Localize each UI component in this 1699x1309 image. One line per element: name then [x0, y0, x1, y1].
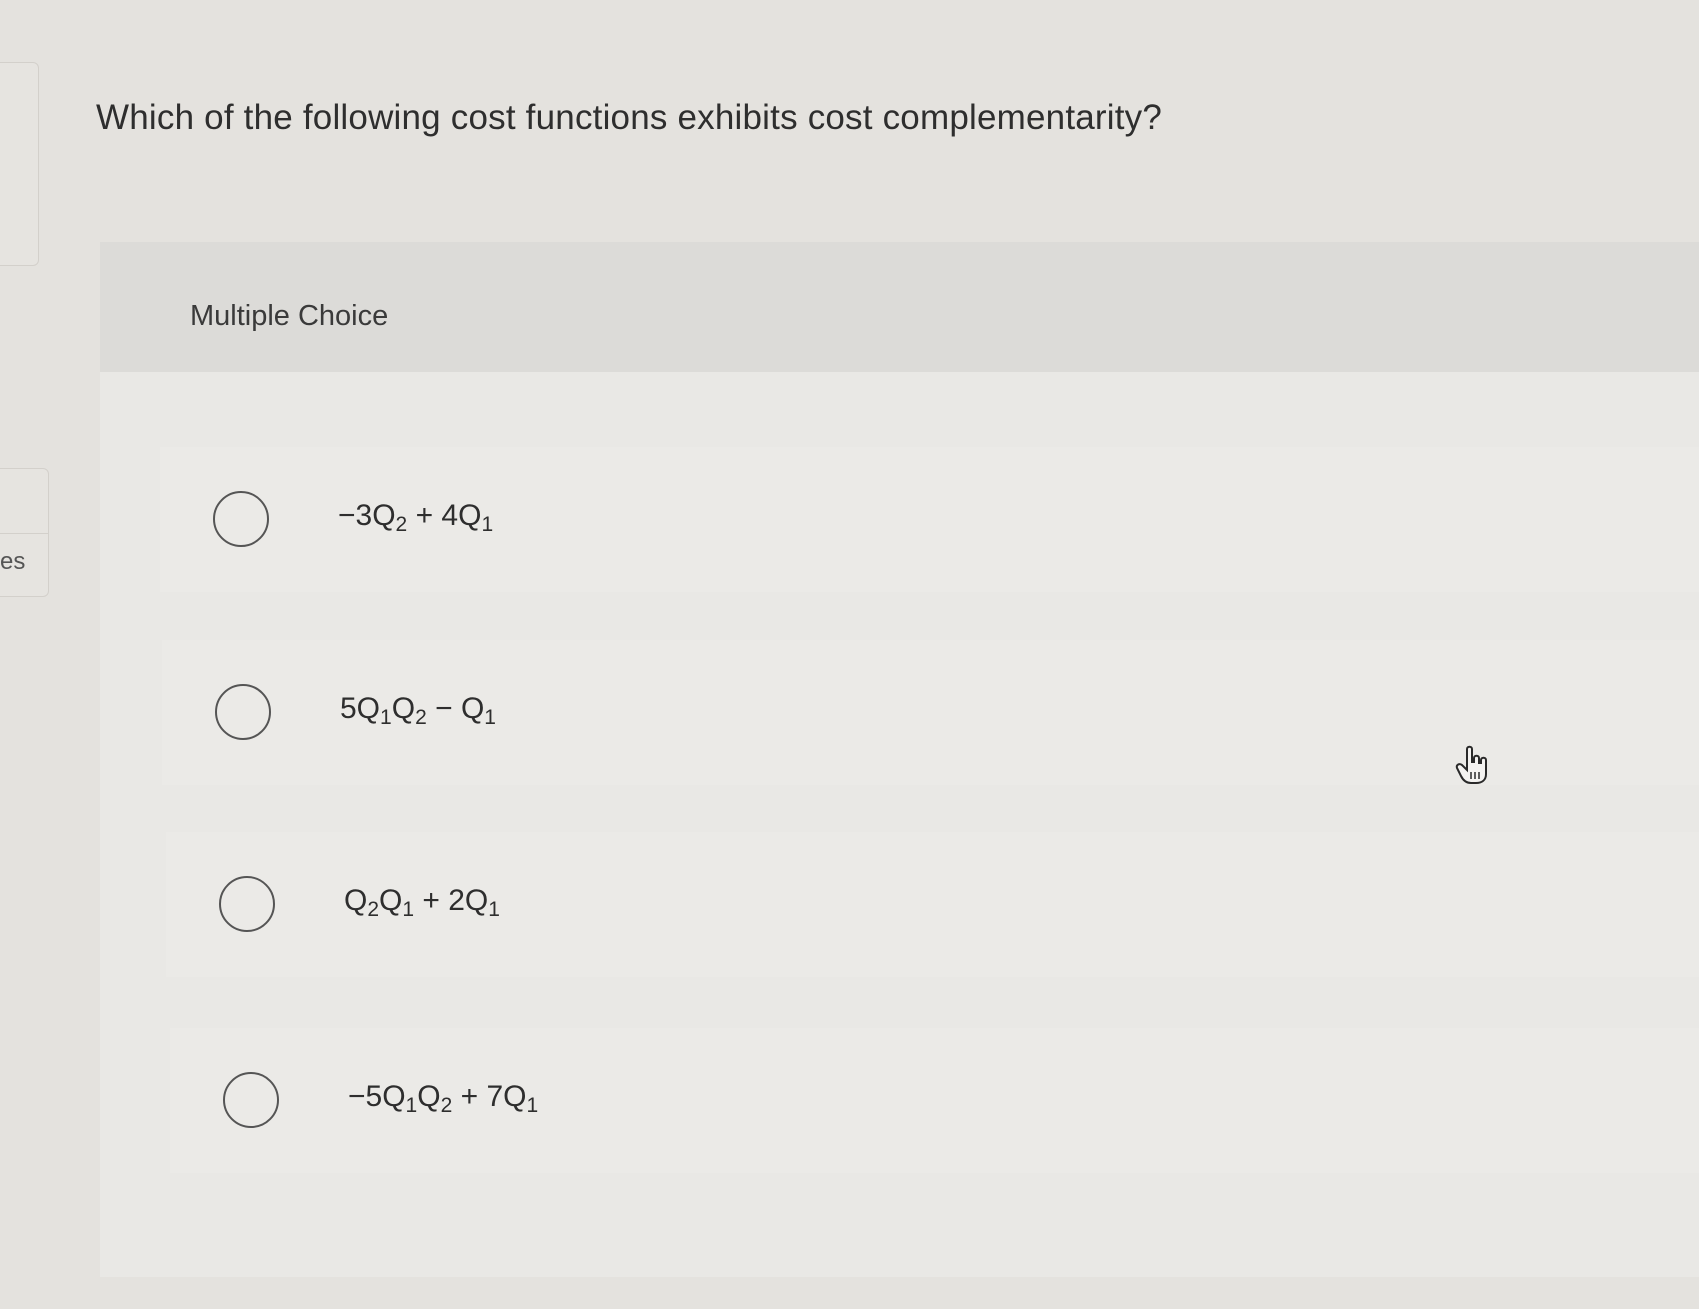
radio-button[interactable] [213, 491, 269, 547]
subscript: 2 [415, 706, 427, 729]
term-text: −3Q [338, 499, 396, 532]
subscript: 1 [526, 1094, 539, 1117]
radio-button[interactable] [215, 684, 271, 740]
term-text: Q [344, 884, 368, 917]
subscript: 2 [367, 898, 380, 921]
choice-header: Multiple Choice [100, 242, 1699, 372]
sidebar-tab-top[interactable] [0, 62, 39, 266]
subscript: 1 [484, 706, 496, 729]
choice-option-text[interactable]: −3Q2 + 4Q1 [338, 499, 494, 536]
choice-option-4[interactable]: −5Q1Q2 + 7Q1 [170, 1028, 1699, 1173]
radio-button[interactable] [223, 1072, 279, 1128]
subscript: 2 [395, 513, 408, 536]
choice-header-label: Multiple Choice [190, 300, 389, 332]
sidebar-tab-bottom[interactable] [0, 468, 49, 597]
term-text: − Q [426, 692, 485, 725]
term-text: −5Q [348, 1080, 406, 1113]
subscript: 1 [380, 706, 392, 729]
subscript: 1 [481, 513, 494, 536]
choice-option-text[interactable]: −5Q1Q2 + 7Q1 [348, 1080, 539, 1117]
term-text: + 7Q [452, 1080, 527, 1113]
term-text: + 4Q [407, 499, 482, 532]
hand-pointer-icon [1455, 745, 1487, 784]
choice-option-text[interactable]: Q2Q1 + 2Q1 [344, 884, 500, 921]
question-text: Which of the following cost functions ex… [96, 98, 1163, 137]
term-text: Q [391, 692, 416, 725]
choice-option-1[interactable]: −3Q2 + 4Q1 [160, 447, 1699, 592]
subscript: 1 [405, 1094, 418, 1117]
term-text: 5Q [340, 692, 381, 725]
radio-button[interactable] [219, 876, 275, 932]
term-text: Q [379, 884, 403, 917]
term-text: Q [417, 1080, 441, 1113]
subscript: 1 [402, 898, 415, 921]
sidebar-tab-divider [0, 533, 48, 534]
sidebar-tab-label: es [0, 548, 26, 575]
subscript: 2 [440, 1094, 453, 1117]
choice-option-3[interactable]: Q2Q1 + 2Q1 [166, 832, 1699, 977]
subscript: 1 [488, 898, 500, 921]
choice-option-text[interactable]: 5Q1Q2 − Q1 [340, 692, 496, 729]
term-text: + 2Q [414, 884, 489, 917]
